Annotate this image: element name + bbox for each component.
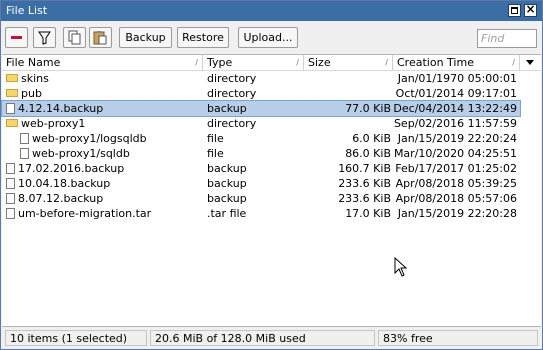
table-body: skins directory Jan/01/1970 05:00:01 pub dir… <box>1 71 521 221</box>
column-header-size[interactable]: Size / <box>304 55 393 70</box>
file-size-cell: 77.0 KiB <box>345 102 391 115</box>
file-table: File Name / Type / Size / Creation Time / sk… <box>1 54 541 327</box>
file-name-cell: web-proxy1/sqldb <box>6 146 202 161</box>
sort-icon: / <box>195 58 198 67</box>
file-icon <box>20 132 29 144</box>
status-disk-free: 83% free <box>378 330 538 346</box>
file-icon <box>20 147 29 159</box>
file-type-cell: backup <box>207 162 247 175</box>
status-item-count: 10 items (1 selected) <box>5 330 147 346</box>
file-size-cell: 6.0 KiB <box>352 132 391 145</box>
folder-icon <box>6 119 18 127</box>
folder-icon <box>6 74 18 82</box>
file-size-cell: 233.6 KiB <box>338 192 391 205</box>
sort-icon: / <box>385 58 388 67</box>
creation-time-cell: Sep/02/2016 11:57:59 <box>393 117 517 130</box>
file-type-cell: backup <box>207 177 247 190</box>
restore-button[interactable]: Restore <box>177 27 229 48</box>
window-title: File List <box>6 4 48 17</box>
file-name-cell: pub <box>6 86 202 101</box>
find-input[interactable] <box>477 29 537 48</box>
column-menu-dropdown[interactable] <box>520 55 541 70</box>
table-row[interactable]: pub directory Oct/01/2014 09:17:01 <box>2 86 520 101</box>
sort-icon: / <box>512 58 515 67</box>
copy-icon <box>68 30 81 45</box>
creation-time-cell: Jan/01/1970 05:00:01 <box>397 72 517 85</box>
file-size-cell <box>304 116 391 131</box>
toolbar: Backup Restore Upload... <box>1 21 542 54</box>
table-header: File Name / Type / Size / Creation Time / <box>2 55 541 71</box>
mouse-cursor-icon <box>394 257 408 277</box>
filter-icon <box>38 31 51 45</box>
file-type-cell: directory <box>207 87 257 100</box>
column-header-creation-time[interactable]: Creation Time / <box>393 55 520 70</box>
sort-icon: / <box>296 58 299 67</box>
table-row[interactable]: web-proxy1 directory Sep/02/2016 11:57:59 <box>2 116 520 131</box>
creation-time-cell: Jan/15/2019 22:20:28 <box>397 207 517 220</box>
status-bar: 10 items (1 selected) 20.6 MiB of 128.0 … <box>2 326 541 349</box>
filter-button[interactable] <box>33 27 56 48</box>
copy-button[interactable] <box>63 27 86 48</box>
file-name-cell: 4.12.14.backup <box>6 101 202 116</box>
file-name-cell: um-before-migration.tar <box>6 206 202 221</box>
file-name-cell: 10.04.18.backup <box>6 176 202 191</box>
file-type-cell: backup <box>207 102 247 115</box>
creation-time-cell: Jan/15/2019 22:20:24 <box>397 132 517 145</box>
file-name-cell: skins <box>6 71 202 86</box>
remove-button[interactable] <box>5 27 28 48</box>
file-type-cell: .tar file <box>207 207 247 220</box>
title-bar[interactable]: File List × <box>1 1 542 21</box>
paste-icon <box>93 31 107 45</box>
file-name-cell: web-proxy1 <box>6 116 202 131</box>
file-icon <box>6 207 15 219</box>
file-size-cell: 86.0 KiB <box>345 147 391 160</box>
creation-time-cell: Apr/08/2018 05:57:06 <box>395 192 517 205</box>
table-row[interactable]: 4.12.14.backup backup 77.0 KiB Dec/04/2014 … <box>1 100 521 117</box>
table-row[interactable]: skins directory Jan/01/1970 05:00:01 <box>2 71 520 86</box>
creation-time-cell: Oct/01/2014 09:17:01 <box>395 87 517 100</box>
file-list-window: File List × Backup Restore Upload... Fin… <box>0 0 543 350</box>
file-icon <box>6 192 15 204</box>
file-name-cell: web-proxy1/logsqldb <box>6 131 202 146</box>
file-name-cell: 17.02.2016.backup <box>6 161 202 176</box>
upload-button[interactable]: Upload... <box>238 27 298 48</box>
file-icon <box>6 177 15 189</box>
file-size-cell: 160.7 KiB <box>338 162 391 175</box>
file-icon <box>6 102 15 114</box>
file-type-cell: backup <box>207 192 247 205</box>
close-window-button[interactable]: × <box>524 2 537 17</box>
column-header-name[interactable]: File Name / <box>2 55 203 70</box>
column-header-type[interactable]: Type / <box>203 55 304 70</box>
status-disk-used: 20.6 MiB of 128.0 MiB used <box>150 330 375 346</box>
table-row[interactable]: 17.02.2016.backup backup 160.7 KiB Feb/17/2… <box>2 161 520 176</box>
file-type-cell: file <box>207 132 224 145</box>
file-type-cell: directory <box>207 117 257 130</box>
table-row[interactable]: 10.04.18.backup backup 233.6 KiB Apr/08/201… <box>2 176 520 191</box>
file-type-cell: file <box>207 147 224 160</box>
table-row[interactable]: web-proxy1/sqldb file 86.0 KiB Mar/10/2020 … <box>2 146 520 161</box>
creation-time-cell: Dec/04/2014 13:22:49 <box>393 102 517 115</box>
creation-time-cell: Mar/10/2020 04:25:51 <box>393 147 517 160</box>
table-row[interactable]: um-before-migration.tar .tar file 17.0 KiB… <box>2 206 520 221</box>
creation-time-cell: Feb/17/2017 01:25:02 <box>395 162 517 175</box>
file-size-cell <box>304 71 391 86</box>
creation-time-cell: Apr/08/2018 05:39:25 <box>395 177 517 190</box>
file-type-cell: directory <box>207 72 257 85</box>
file-icon <box>6 162 15 174</box>
file-name-cell: 8.07.12.backup <box>6 191 202 206</box>
table-row[interactable]: web-proxy1/logsqldb file 6.0 KiB Jan/15/201… <box>2 131 520 146</box>
file-size-cell: 17.0 KiB <box>345 207 391 220</box>
backup-button[interactable]: Backup <box>119 27 172 48</box>
table-row[interactable]: 8.07.12.backup backup 233.6 KiB Apr/08/2018… <box>2 191 520 206</box>
file-size-cell <box>304 86 391 101</box>
file-size-cell: 233.6 KiB <box>338 177 391 190</box>
close-icon: × <box>525 2 536 16</box>
restore-window-button[interactable] <box>508 4 521 17</box>
folder-icon <box>6 89 18 97</box>
minus-icon <box>11 36 22 39</box>
paste-button[interactable] <box>89 27 112 48</box>
